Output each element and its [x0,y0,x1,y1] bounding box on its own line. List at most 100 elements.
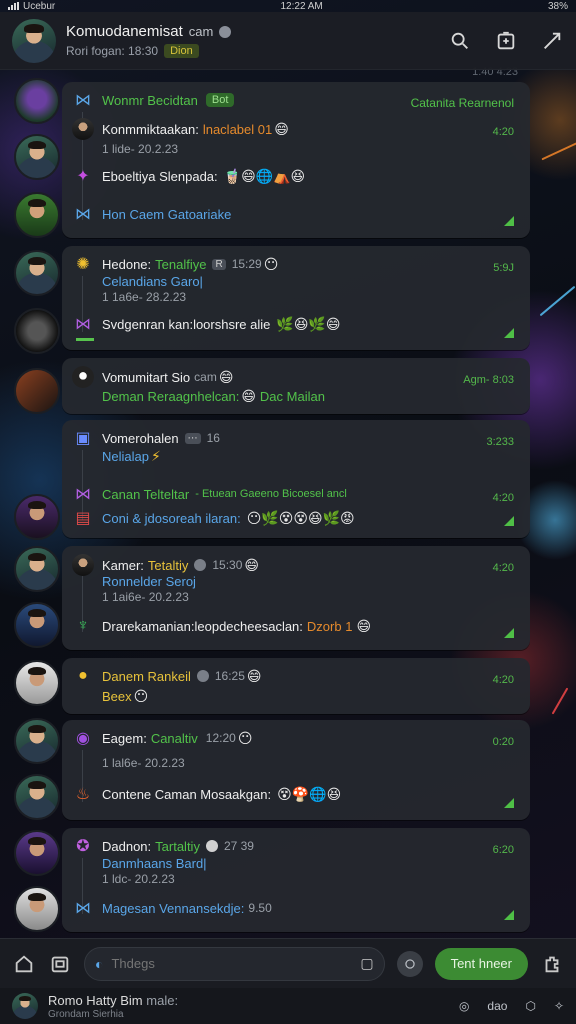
message-subline: Nelialap [102,449,149,464]
message-time: 0:20 [492,736,514,748]
expand-icon[interactable]: ✧ [554,999,564,1013]
message-card[interactable]: ⋈ Wonmr Becidtan Bot Catanita Rearnenol … [62,82,530,238]
message-text: Beex [102,689,132,704]
message-text: Drarekamanian:leopdecheesaclan: [102,618,303,634]
message-card[interactable]: Vomumitart Sio cam 😄 Agm- 8:03 Deman Rer… [62,358,530,414]
carrier-label: Ucebur [23,0,56,12]
message-card[interactable]: ● Danem Rankeil 16:25 😄 4:20 Beex 😶 [62,658,530,714]
message-date: 1 lide- 20.2.23 [102,142,179,156]
message-card[interactable]: ▣ Vomerohalen ⋯ 16 3:233 Nelialap ⚡ ⋈ Ca… [62,420,530,538]
message-card[interactable]: ◉ Eagem: Canaltiv 12:20 😶 0:20 1 lal6e- … [62,720,530,820]
avatar[interactable] [14,368,60,414]
emoji: ⚡ [150,448,161,464]
emoji: 😄 [218,368,234,385]
battery-label: 38% [547,0,568,12]
cube-icon: ▣ [75,430,91,447]
emoji: 😄 [244,556,260,573]
emoji: 😶 [263,255,279,272]
message-time-inline: 16:25 [214,669,245,683]
avatar[interactable] [14,830,60,876]
emoji-row: 😶🌿😵😵😆🌿😡 [246,509,355,526]
message-time-inline: 27 39 [223,839,254,853]
avatar[interactable] [14,78,60,124]
avatar[interactable] [14,718,60,764]
message-author: Konmmiktaakan: [102,121,199,137]
message-author: Vomerohalen [102,430,179,446]
orb-icon: ◉ [76,730,90,747]
attach-icon[interactable]: ▢ [360,955,373,972]
message-time: 6:20 [492,844,514,856]
star-icon: ✦ [76,168,90,185]
cup-icon: ♆ [77,617,89,634]
at-icon[interactable]: ◎ [459,999,469,1013]
smile-icon: ● [78,667,88,684]
message-input[interactable] [111,956,353,971]
flame-icon: ♨ [75,786,91,803]
message-accent: cam [194,370,217,384]
avatar[interactable] [14,134,60,180]
message-list[interactable]: ⋈ Wonmr Becidtan Bot Catanita Rearnenol … [0,76,576,936]
message-subline: Ronnelder Seroj [102,574,196,589]
bottom-title-suffix: male: [146,992,179,1008]
emoji-row: 🧋😄🌐⛺😆 [223,167,306,184]
signal-icon [8,2,19,10]
message-card[interactable]: ✺ Hedone: Tenalfiye R 15:29 😶 5:9J Celan… [62,246,530,350]
puzzle-icon[interactable] [540,952,564,976]
wing-icon: ⋈ [75,206,91,223]
read-check-icon [504,516,514,526]
clock: 12:22 AM [280,0,323,12]
gallery-icon[interactable] [48,952,72,976]
message-card[interactable]: Kamer: Tetaltiy 15:30 😄 4:20 Ronnelder S… [62,546,530,650]
avatar [72,366,94,388]
unread-marker [76,338,94,341]
message-author: Eagem: [102,730,147,746]
sticker-icon[interactable]: ◐ [95,956,103,972]
voice-icon[interactable] [396,950,423,977]
send-button[interactable]: Tent hneer [434,947,528,980]
edit-icon[interactable] [494,29,518,53]
emoji: 😶 [133,688,149,704]
read-check-icon [504,328,514,338]
chat-tag: Dion [164,44,199,58]
message-date: 1 ldc- 20.2.23 [102,872,175,886]
wing-icon: ⋈ [75,486,91,503]
message-field[interactable]: ◐ ▢ [84,946,385,981]
message-time-inline: 16 [206,431,220,445]
avatar[interactable] [12,18,56,63]
avatar[interactable] [14,660,60,706]
search-icon[interactable] [448,29,472,53]
avatar[interactable] [14,192,60,238]
message-author: Canan Telteltar [102,486,190,502]
message-card[interactable]: ✪ Dadnon: Tartaltiy 27 39 6:20 Danmhaans… [62,828,530,932]
message-text: Eboeltiya Slenpada: [102,168,218,184]
avatar[interactable] [14,602,60,648]
wing-icon: ⋈ [75,900,91,917]
emoji-row: 😵🍄🌐😆 [277,785,342,802]
avatar[interactable] [14,886,60,932]
wing-icon: ⋈ [75,316,91,333]
settings-icon[interactable]: ⬡ [525,999,535,1013]
message-author: Wonmr Becidtan [102,92,198,108]
message-accent: Tartaltiy [155,838,200,854]
chat-subtitle: Rori fogan: 18:30 [66,44,159,58]
avatar [72,118,94,140]
message-accent: Tetaltiy [147,557,189,573]
message-date: 1 1a6e- 28.2.23 [102,290,187,304]
message-time: 4:20 [492,492,514,504]
avatar[interactable] [14,774,60,820]
avatar[interactable] [12,993,38,1019]
message-accent: lnaclabel 01 [202,121,273,137]
message-time: 4:20 [492,674,514,686]
avatar[interactable] [14,250,60,296]
read-check-icon [504,910,514,920]
message-accent: Canaltiv [150,730,198,746]
message-author: Kamer: [102,557,144,573]
avatar[interactable] [14,546,60,592]
mute-icon [219,25,232,38]
avatar[interactable] [14,494,60,540]
share-icon[interactable] [540,29,564,53]
message-date: 1 1ai6e- 20.2.23 [102,590,189,604]
bottom-title: Romo Hatty Bim [48,992,143,1008]
avatar[interactable] [14,308,60,354]
home-icon[interactable] [12,952,36,976]
